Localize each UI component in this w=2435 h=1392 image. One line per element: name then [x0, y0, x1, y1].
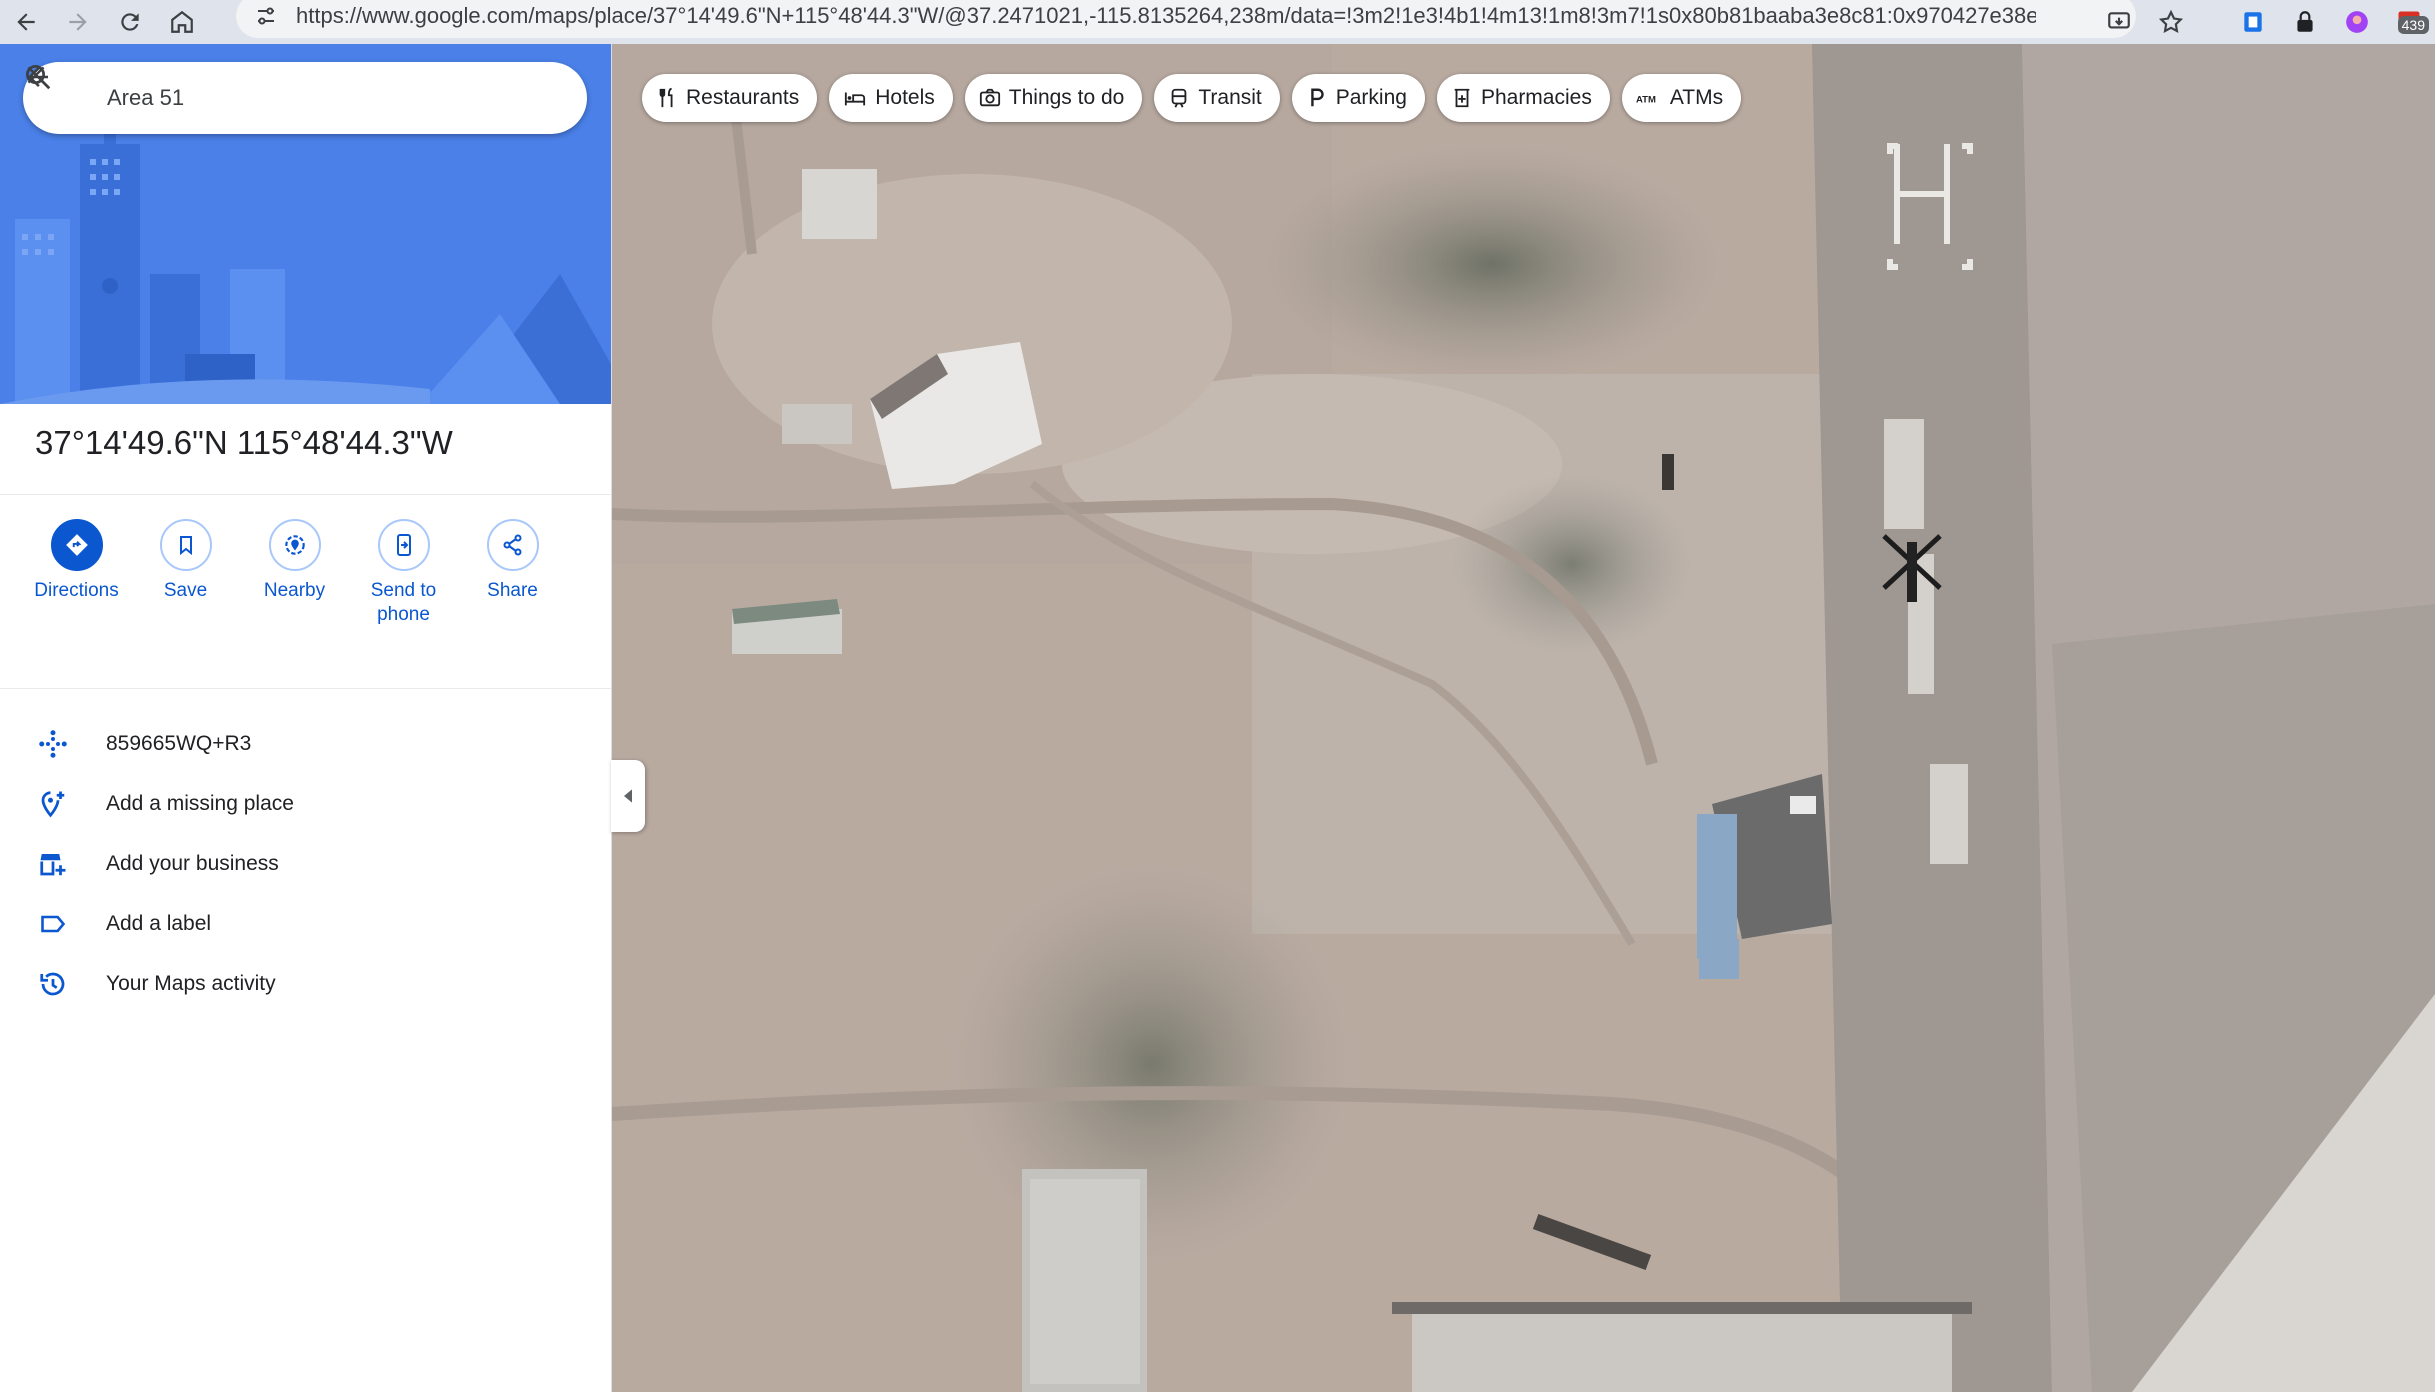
- chip-atms[interactable]: ATM ATMs: [1621, 74, 1742, 122]
- nearby-button[interactable]: Nearby: [240, 519, 349, 627]
- collapse-panel-button[interactable]: [611, 760, 645, 832]
- reload-icon: [121, 13, 139, 31]
- home-icon: [171, 10, 193, 33]
- extension-badge: 439: [2397, 16, 2429, 34]
- calendar-extension-icon[interactable]: 439: [2383, 0, 2435, 44]
- nearby-icon: [268, 519, 321, 571]
- category-chips: Restaurants Hotels Things to do Transit …: [642, 74, 1742, 122]
- send-to-phone-button[interactable]: Send to phone: [349, 519, 458, 627]
- action-label: Share: [487, 580, 538, 601]
- browser-toolbar: https://www.google.com/maps/place/37°14'…: [0, 0, 2435, 44]
- chip-label: Restaurants: [686, 86, 800, 109]
- arrow-left-icon: [17, 13, 35, 31]
- parking-icon: [1306, 87, 1328, 109]
- add-business-icon: [0, 849, 106, 879]
- home-button[interactable]: [156, 0, 208, 44]
- svg-text:ATM: ATM: [1636, 94, 1656, 105]
- back-button[interactable]: [0, 0, 52, 44]
- chip-things-to-do[interactable]: Things to do: [964, 74, 1143, 122]
- chip-label: Hotels: [875, 86, 935, 109]
- bed-icon: [843, 87, 867, 109]
- chip-transit[interactable]: Transit: [1154, 74, 1280, 122]
- action-label: Send to phone: [370, 580, 437, 625]
- place-side-panel: Area 51 37°14'49.6"N 115°48'44.3"W Direc…: [0, 44, 612, 1392]
- add-missing-place-text: Add a missing place: [106, 792, 294, 815]
- send-to-phone-icon: [377, 519, 430, 571]
- satellite-imagery[interactable]: [612, 44, 2435, 1392]
- add-missing-place-row[interactable]: Add a missing place: [0, 774, 611, 834]
- caret-left-icon: [624, 789, 632, 803]
- site-info-icon[interactable]: [236, 4, 296, 28]
- install-app-icon[interactable]: [2093, 0, 2145, 44]
- divider: [0, 688, 611, 689]
- save-button[interactable]: Save: [131, 519, 240, 627]
- search-box[interactable]: Area 51: [23, 62, 587, 134]
- hero-illustration: Area 51: [0, 44, 611, 404]
- search-input[interactable]: Area 51: [107, 85, 435, 111]
- train-icon: [1168, 87, 1190, 109]
- chip-label: Parking: [1335, 86, 1407, 109]
- address-bar[interactable]: https://www.google.com/maps/place/37°14'…: [236, 0, 2136, 38]
- bookmark-icon: [159, 519, 212, 571]
- maps-activity-row[interactable]: Your Maps activity: [0, 954, 611, 1014]
- plus-code-icon: [0, 729, 106, 759]
- plus-code-row[interactable]: 859665WQ+R3: [0, 714, 611, 774]
- label-icon: [0, 910, 106, 938]
- chip-label: Things to do: [1008, 86, 1125, 109]
- pharmacy-icon: [1451, 87, 1473, 109]
- maps-activity-text: Your Maps activity: [106, 972, 276, 995]
- fork-knife-icon: [656, 87, 678, 109]
- history-icon: [0, 969, 106, 999]
- divider: [0, 494, 611, 495]
- place-info-list: 859665WQ+R3 Add a missing place Add your…: [0, 714, 611, 1014]
- action-buttons: Directions Save Nearby Send to phone Sha…: [22, 519, 567, 627]
- arrow-right-icon: [69, 13, 87, 31]
- camera-icon: [979, 87, 1001, 109]
- place-coordinates: 37°14'49.6"N 115°48'44.3"W: [35, 424, 453, 461]
- action-label: Nearby: [263, 580, 326, 601]
- chip-pharmacies[interactable]: Pharmacies: [1436, 74, 1610, 122]
- directions-button[interactable]: Directions: [22, 519, 131, 627]
- reload-button[interactable]: [104, 0, 156, 44]
- add-business-row[interactable]: Add your business: [0, 834, 611, 894]
- share-icon: [486, 519, 539, 571]
- add-label-text: Add a label: [106, 912, 212, 935]
- action-label: Directions: [34, 580, 119, 601]
- action-label: Save: [163, 580, 208, 601]
- chip-hotels[interactable]: Hotels: [829, 74, 953, 122]
- directions-icon: [50, 519, 103, 571]
- chip-restaurants[interactable]: Restaurants: [642, 74, 818, 122]
- add-label-row[interactable]: Add a label: [0, 894, 611, 954]
- extension-icon[interactable]: [2227, 0, 2279, 44]
- profile-extension-icon[interactable]: [2331, 0, 2383, 44]
- chip-label: ATMs: [1669, 86, 1724, 109]
- plus-code-text: 859665WQ+R3: [106, 732, 252, 755]
- forward-button[interactable]: [52, 0, 104, 44]
- chip-label: Pharmacies: [1480, 86, 1592, 109]
- lock-extension-icon[interactable]: [2279, 0, 2331, 44]
- url-text[interactable]: https://www.google.com/maps/place/37°14'…: [296, 3, 2036, 29]
- add-business-text: Add your business: [106, 852, 279, 875]
- chip-label: Transit: [1198, 86, 1262, 109]
- extensions-area: 439: [2093, 0, 2435, 44]
- satellite-map[interactable]: [612, 44, 2435, 1392]
- chip-parking[interactable]: Parking: [1291, 74, 1425, 122]
- share-button[interactable]: Share: [458, 519, 567, 627]
- bookmark-star-icon[interactable]: [2145, 0, 2197, 44]
- atm-icon: ATM: [1636, 87, 1662, 109]
- add-place-icon: [0, 789, 106, 819]
